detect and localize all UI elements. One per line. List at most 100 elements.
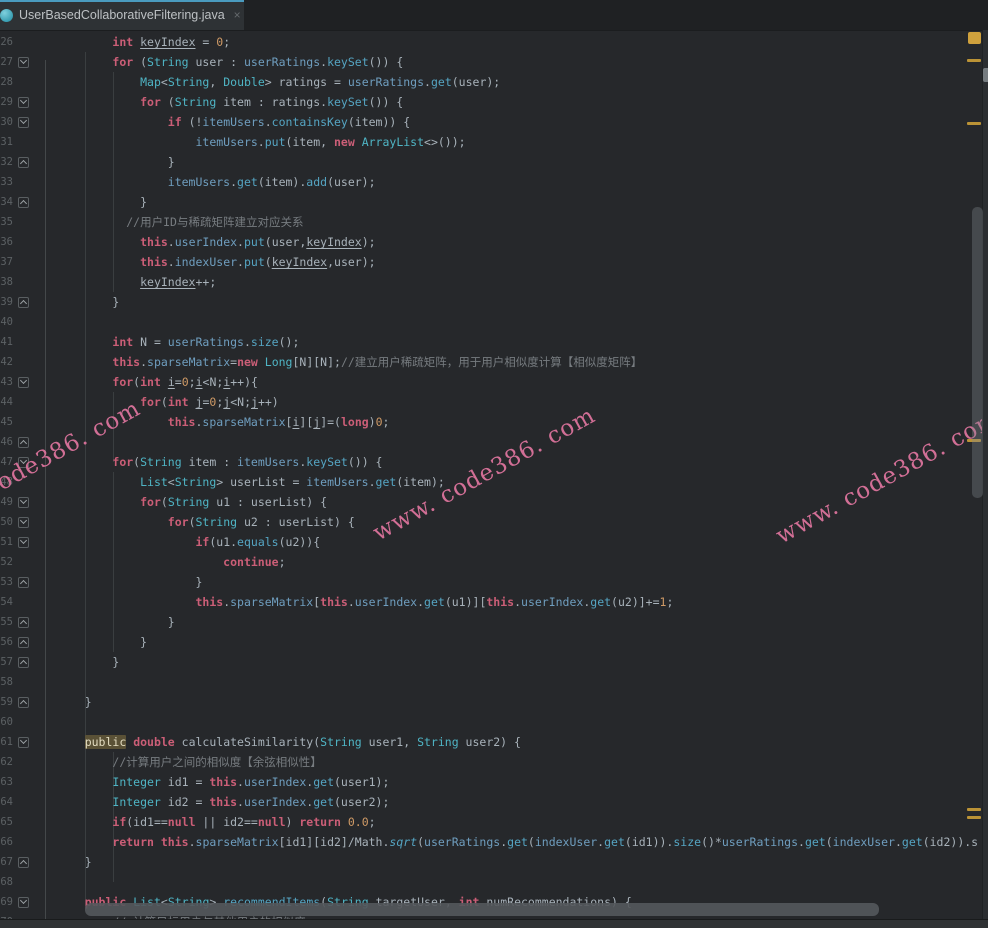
line-number[interactable]: 59 (0, 692, 13, 712)
line-number[interactable]: 60 (0, 712, 13, 732)
line-number[interactable]: 62 (0, 752, 13, 772)
fold-open-icon[interactable] (18, 517, 29, 528)
line-number[interactable]: 63 (0, 772, 13, 792)
code-line[interactable]: 54 this.sparseMatrix[this.userIndex.get(… (0, 592, 983, 612)
line-number[interactable]: 42 (0, 352, 13, 372)
close-icon[interactable]: × (234, 8, 241, 22)
line-number[interactable]: 31 (0, 132, 13, 152)
code-line[interactable]: 47 for(String item : itemUsers.keySet())… (0, 452, 983, 472)
line-number[interactable]: 36 (0, 232, 13, 252)
code-line[interactable]: 28 Map<String, Double> ratings = userRat… (0, 72, 983, 92)
code-line[interactable]: 38 keyIndex++; (0, 272, 983, 292)
code-line[interactable]: 27 for (String user : userRatings.keySet… (0, 52, 983, 72)
line-number[interactable]: 56 (0, 632, 13, 652)
code-line[interactable]: 61 public double calculateSimilarity(Str… (0, 732, 983, 752)
code-line[interactable]: 57 } (0, 652, 983, 672)
fold-open-icon[interactable] (18, 897, 29, 908)
inspection-indicator[interactable] (968, 32, 981, 44)
code-line[interactable]: 49 for(String u1 : userList) { (0, 492, 983, 512)
fold-close-icon[interactable] (18, 637, 29, 648)
code-line[interactable]: 46 (0, 432, 983, 452)
horizontal-scrollbar[interactable] (85, 903, 879, 916)
code-line[interactable]: 44 for(int j=0;j<N;j++) (0, 392, 983, 412)
fold-open-icon[interactable] (18, 97, 29, 108)
code-line[interactable]: 52 continue; (0, 552, 983, 572)
line-number[interactable]: 65 (0, 812, 13, 832)
code-line[interactable]: 65 if(id1==null || id2==null) return 0.0… (0, 812, 983, 832)
fold-close-icon[interactable] (18, 157, 29, 168)
warning-stripe-mark[interactable] (967, 808, 981, 811)
code-line[interactable]: 32 } (0, 152, 983, 172)
line-number[interactable]: 44 (0, 392, 13, 412)
warning-stripe-mark[interactable] (967, 816, 981, 819)
line-number[interactable]: 69 (0, 892, 13, 912)
fold-open-icon[interactable] (18, 457, 29, 468)
code-line[interactable]: 67 } (0, 852, 983, 872)
fold-close-icon[interactable] (18, 657, 29, 668)
warning-stripe-mark[interactable] (967, 122, 981, 125)
fold-open-icon[interactable] (18, 537, 29, 548)
line-number[interactable]: 61 (0, 732, 13, 752)
code-line[interactable]: 35 //用户ID与稀疏矩阵建立对应关系 (0, 212, 983, 232)
line-number[interactable]: 40 (0, 312, 13, 332)
line-number[interactable]: 41 (0, 332, 13, 352)
code-line[interactable]: 26 int keyIndex = 0; (0, 32, 983, 52)
fold-close-icon[interactable] (18, 577, 29, 588)
line-number[interactable]: 30 (0, 112, 13, 132)
code-line[interactable]: 41 int N = userRatings.size(); (0, 332, 983, 352)
line-number[interactable]: 58 (0, 672, 13, 692)
line-number[interactable]: 47 (0, 452, 13, 472)
code-line[interactable]: 34 } (0, 192, 983, 212)
line-number[interactable]: 49 (0, 492, 13, 512)
code-line[interactable]: 33 itemUsers.get(item).add(user); (0, 172, 983, 192)
code-line[interactable]: 60 (0, 712, 983, 732)
line-number[interactable]: 43 (0, 372, 13, 392)
code-line[interactable]: 55 } (0, 612, 983, 632)
code-line[interactable]: 66 return this.sparseMatrix[id1][id2]/Ma… (0, 832, 983, 852)
code-line[interactable]: 64 Integer id2 = this.userIndex.get(user… (0, 792, 983, 812)
code-line[interactable]: 56 } (0, 632, 983, 652)
line-number[interactable]: 68 (0, 872, 13, 892)
line-number[interactable]: 51 (0, 532, 13, 552)
code-line[interactable]: 48 List<String> userList = itemUsers.get… (0, 472, 983, 492)
fold-open-icon[interactable] (18, 377, 29, 388)
code-line[interactable]: 45 this.sparseMatrix[i][j]=(long)0; (0, 412, 983, 432)
line-number[interactable]: 55 (0, 612, 13, 632)
stripe-caret-marker[interactable] (983, 68, 988, 82)
code-line[interactable]: 53 } (0, 572, 983, 592)
line-number[interactable]: 26 (0, 32, 13, 52)
line-number[interactable]: 48 (0, 472, 13, 492)
line-number[interactable]: 27 (0, 52, 13, 72)
line-number[interactable]: 28 (0, 72, 13, 92)
line-number[interactable]: 33 (0, 172, 13, 192)
code-editor[interactable]: 26 int keyIndex = 0;27 for (String user … (0, 30, 983, 928)
line-number[interactable]: 32 (0, 152, 13, 172)
code-line[interactable]: 40 (0, 312, 983, 332)
fold-close-icon[interactable] (18, 617, 29, 628)
code-line[interactable]: 31 itemUsers.put(item, new ArrayList<>()… (0, 132, 983, 152)
code-line[interactable]: 36 this.userIndex.put(user,keyIndex); (0, 232, 983, 252)
code-line[interactable]: 43 for(int i=0;i<N;i++){ (0, 372, 983, 392)
fold-close-icon[interactable] (18, 697, 29, 708)
fold-close-icon[interactable] (18, 297, 29, 308)
code-line[interactable]: 59 } (0, 692, 983, 712)
line-number[interactable]: 64 (0, 792, 13, 812)
code-line[interactable]: 37 this.indexUser.put(keyIndex,user); (0, 252, 983, 272)
line-number[interactable]: 38 (0, 272, 13, 292)
code-line[interactable]: 50 for(String u2 : userList) { (0, 512, 983, 532)
line-number[interactable]: 37 (0, 252, 13, 272)
line-number[interactable]: 53 (0, 572, 13, 592)
line-number[interactable]: 54 (0, 592, 13, 612)
line-number[interactable]: 66 (0, 832, 13, 852)
fold-open-icon[interactable] (18, 117, 29, 128)
fold-close-icon[interactable] (18, 197, 29, 208)
code-line[interactable]: 68 (0, 872, 983, 892)
line-number[interactable]: 52 (0, 552, 13, 572)
line-number[interactable]: 57 (0, 652, 13, 672)
fold-close-icon[interactable] (18, 857, 29, 868)
line-number[interactable]: 45 (0, 412, 13, 432)
fold-close-icon[interactable] (18, 437, 29, 448)
code-line[interactable]: 63 Integer id1 = this.userIndex.get(user… (0, 772, 983, 792)
code-line[interactable]: 58 (0, 672, 983, 692)
code-line[interactable]: 30 if (!itemUsers.containsKey(item)) { (0, 112, 983, 132)
